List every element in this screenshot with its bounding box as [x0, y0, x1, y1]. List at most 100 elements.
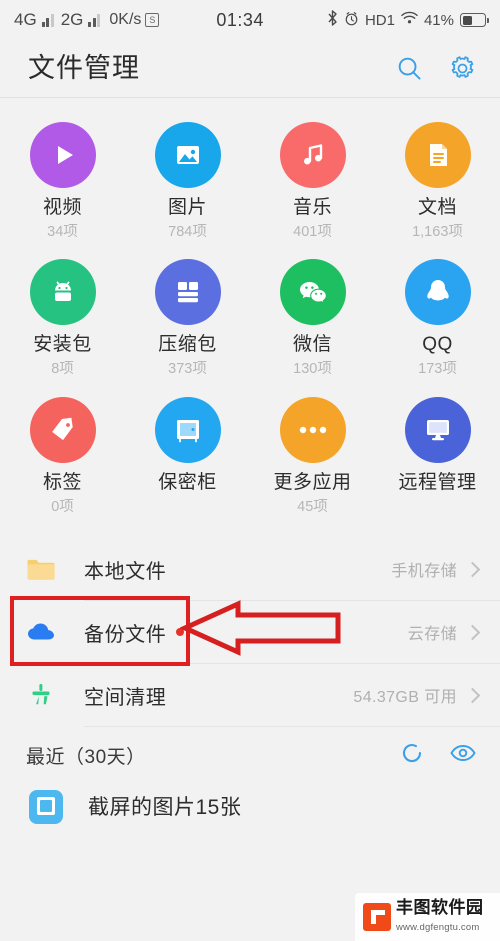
broom-icon [26, 682, 56, 708]
document-icon [404, 122, 471, 188]
folder-icon [26, 557, 56, 582]
tag-icon [29, 396, 96, 463]
list-row-value-group: 手机存储 [391, 557, 481, 581]
chevron-right-icon [464, 624, 481, 640]
list-row-value: 54.37GB 可用 [353, 689, 457, 707]
sim-badge-icon: S [145, 13, 160, 27]
category-count: 373项 [168, 361, 207, 378]
category-count: 0项 [51, 498, 74, 515]
music-icon [279, 122, 346, 188]
cloud-icon [26, 621, 56, 643]
category-label: 标签 [42, 471, 82, 493]
status-left: 4G 2G 0K/s S [14, 10, 160, 30]
monitor-icon [404, 396, 471, 463]
recent-actions [400, 741, 476, 770]
category-tags[interactable]: 标签 0项 [0, 391, 125, 524]
battery-icon [460, 13, 489, 27]
category-label: 压缩包 [158, 334, 217, 356]
status-bar: 4G 2G 0K/s S 01:34 HD1 41% [0, 0, 500, 40]
chevron-right-icon [464, 687, 481, 703]
site-watermark: 丰图软件园 www.dgfengtu.com [355, 893, 500, 941]
category-label: 安装包 [33, 334, 92, 356]
list-row-value: 手机存储 [391, 563, 457, 581]
safe-icon [154, 396, 221, 463]
category-count: 34项 [47, 223, 78, 240]
wifi-icon [401, 11, 418, 29]
category-video[interactable]: 视频 34项 [0, 116, 125, 249]
category-archive[interactable]: 压缩包 373项 [125, 253, 250, 386]
category-count: 8项 [51, 361, 74, 378]
list-row-backup-files[interactable]: 备份文件 云存储 [0, 601, 500, 663]
category-more-apps[interactable]: 更多应用 45项 [250, 391, 375, 524]
sim2-signal-icon [88, 13, 101, 27]
category-safe[interactable]: 保密柜 [125, 391, 250, 524]
status-clock: 01:34 [216, 9, 264, 30]
play-icon [29, 122, 96, 188]
archive-icon [154, 259, 221, 326]
more-dots-icon [279, 396, 346, 463]
category-count: 130项 [293, 361, 332, 378]
chevron-right-icon [464, 561, 481, 577]
sim1-network-label: 4G [14, 10, 37, 29]
screenshot-folder-icon [26, 787, 66, 825]
category-grid: 视频 34项 图片 784项 音乐 401项 文档 1,163项 安装包 8项 … [0, 98, 500, 533]
header-actions [396, 55, 476, 82]
category-label: 远程管理 [398, 471, 477, 493]
watermark-url: www.dgfengtu.com [396, 922, 480, 933]
image-icon [154, 122, 221, 188]
category-music[interactable]: 音乐 401项 [250, 116, 375, 249]
alarm-icon [344, 11, 359, 30]
search-icon[interactable] [396, 55, 423, 82]
hd-voice-label: HD1 [364, 11, 395, 29]
sim1-signal-icon [41, 13, 54, 27]
list-row-label: 本地文件 [84, 560, 167, 583]
storage-list: 本地文件 手机存储 备份文件 云存储 空间清理 54.37GB 可用 [0, 538, 500, 728]
status-right: HD1 41% [327, 10, 489, 30]
watermark-name: 丰图软件园 [396, 898, 484, 918]
category-label: 保密柜 [158, 471, 217, 493]
watermark-text: 丰图软件园 www.dgfengtu.com [396, 899, 484, 935]
battery-percent-label: 41% [423, 11, 454, 29]
category-count: 784项 [168, 223, 207, 240]
category-label: 文档 [417, 197, 457, 218]
list-row-value-group: 云存储 [407, 620, 481, 644]
recent-item-screenshots[interactable]: 截屏的图片15张 [0, 783, 500, 825]
recent-title: 最近（30天） [26, 746, 146, 768]
list-row-value: 云存储 [407, 626, 457, 644]
list-row-value-group: 54.37GB 可用 [353, 683, 481, 707]
category-count: 401项 [293, 223, 332, 240]
recent-item-label: 截屏的图片15张 [88, 796, 242, 820]
app-header: 文件管理 [0, 40, 500, 98]
refresh-icon[interactable] [400, 741, 424, 770]
category-label: 视频 [42, 197, 82, 218]
category-qq[interactable]: QQ 173项 [375, 253, 500, 386]
category-label: 微信 [292, 334, 332, 356]
category-remote[interactable]: 远程管理 [375, 391, 500, 524]
android-icon [29, 259, 96, 326]
category-count: 1,163项 [412, 223, 463, 240]
category-count: 173项 [418, 361, 457, 378]
list-row-label: 备份文件 [84, 623, 167, 646]
list-row-storage-cleanup[interactable]: 空间清理 54.37GB 可用 [0, 664, 500, 726]
eye-icon[interactable] [450, 743, 476, 768]
wechat-icon [279, 259, 346, 326]
list-row-label-group: 备份文件 [84, 618, 185, 647]
recent-section-header: 最近（30天） [0, 727, 500, 783]
category-label: 音乐 [292, 197, 332, 218]
network-speed-label: 0K/s [109, 11, 142, 28]
qq-icon [404, 259, 471, 326]
category-label: 更多应用 [273, 471, 352, 493]
category-count: 45项 [297, 498, 328, 515]
list-row-label: 空间清理 [84, 686, 167, 709]
category-wechat[interactable]: 微信 130项 [250, 253, 375, 386]
category-documents[interactable]: 文档 1,163项 [375, 116, 500, 249]
category-label: QQ [422, 334, 453, 356]
bluetooth-icon [327, 10, 338, 30]
new-badge-dot [176, 628, 185, 637]
category-images[interactable]: 图片 784项 [125, 116, 250, 249]
sim2-network-label: 2G [60, 10, 84, 29]
list-row-local-files[interactable]: 本地文件 手机存储 [0, 538, 500, 600]
gear-icon[interactable] [449, 55, 476, 82]
watermark-logo-icon [363, 903, 391, 931]
category-apk[interactable]: 安装包 8项 [0, 253, 125, 386]
